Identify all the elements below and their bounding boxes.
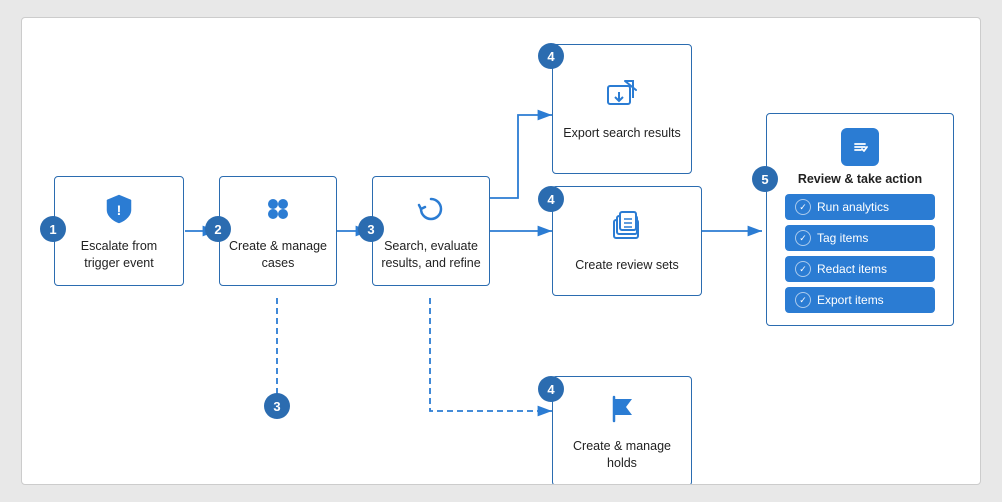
step3-box: Search, evaluate results, and refine xyxy=(372,176,490,286)
refresh-icon xyxy=(415,193,447,230)
check-icon-analytics: ✓ xyxy=(795,199,811,215)
action-redact-items: ✓ Redact items xyxy=(785,256,935,282)
step3b-badge: 3 xyxy=(264,393,290,419)
step4a-label: Export search results xyxy=(563,125,680,141)
step4a-box: Export search results xyxy=(552,44,692,174)
svg-text:!: ! xyxy=(117,202,122,218)
check-icon-redact: ✓ xyxy=(795,261,811,277)
step4c-badge: 4 xyxy=(538,376,564,402)
step1-badge: 1 xyxy=(40,216,66,242)
check-icon-tag: ✓ xyxy=(795,230,811,246)
action-export-items: ✓ Export items xyxy=(785,287,935,313)
diagram-container: 1 ! Escalate from trigger event 2 Create… xyxy=(21,17,981,485)
panel-title: Review & take action xyxy=(798,172,922,186)
action-panel: Review & take action ✓ Run analytics ✓ T… xyxy=(766,113,954,326)
step4b-label: Create review sets xyxy=(575,257,679,273)
step5-badge: 5 xyxy=(752,166,778,192)
layers-icon xyxy=(610,210,644,249)
step1-box: ! Escalate from trigger event xyxy=(54,176,184,286)
export-icon xyxy=(605,78,639,117)
step4b-badge: 4 xyxy=(538,186,564,212)
step1-label: Escalate from trigger event xyxy=(63,238,175,271)
step4c-box: Create & manage holds xyxy=(552,376,692,485)
step2-label: Create & manage cases xyxy=(228,238,328,271)
step2-box: Create & manage cases xyxy=(219,176,337,286)
check-icon-export: ✓ xyxy=(795,292,811,308)
flag-icon xyxy=(606,393,638,430)
step3-label: Search, evaluate results, and refine xyxy=(381,238,481,271)
action-tag-items: ✓ Tag items xyxy=(785,225,935,251)
step4a-badge: 4 xyxy=(538,43,564,69)
apps-icon xyxy=(262,193,294,230)
shield-icon: ! xyxy=(103,193,135,230)
step2-badge: 2 xyxy=(205,216,231,242)
action-run-analytics: ✓ Run analytics xyxy=(785,194,935,220)
step3-badge: 3 xyxy=(358,216,384,242)
step4c-label: Create & manage holds xyxy=(561,438,683,471)
checklist-icon xyxy=(841,128,879,166)
step4b-box: Create review sets xyxy=(552,186,702,296)
